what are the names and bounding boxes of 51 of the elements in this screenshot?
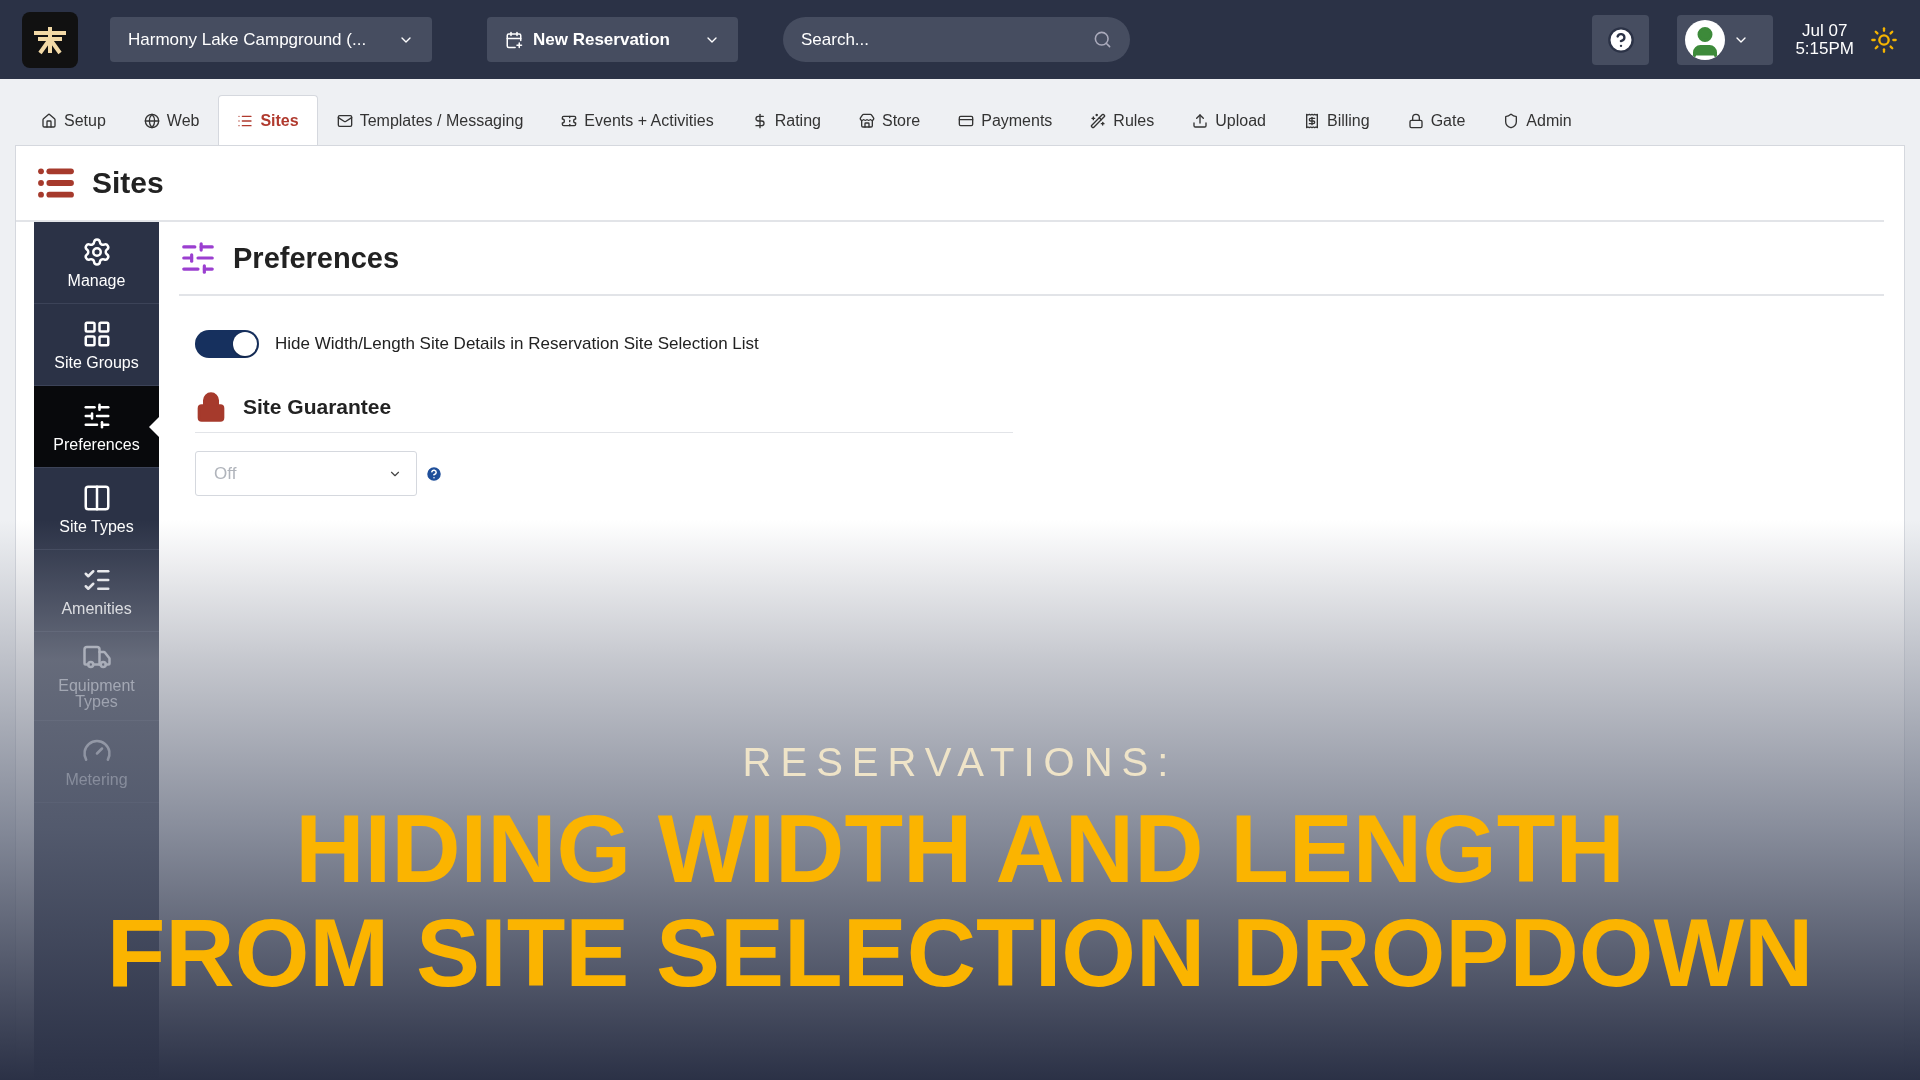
wand-icon [1090, 112, 1107, 129]
sidebar-item[interactable]: Amenities [34, 550, 159, 632]
nav-tab[interactable]: Sites [218, 95, 318, 145]
nav-tab[interactable]: Upload [1173, 95, 1285, 145]
overlay-headline: HIDING WIDTH AND LENGTH [294, 797, 1626, 901]
time-text: 5:15PM [1795, 39, 1854, 58]
lock-icon [195, 391, 227, 423]
globe-icon [143, 112, 160, 129]
nav-tab[interactable]: Rating [732, 95, 840, 145]
help-icon[interactable] [425, 464, 443, 483]
help-icon [1606, 25, 1635, 54]
sidebar-item[interactable]: Preferences [34, 386, 159, 468]
nav-tab[interactable]: Events + Activities [542, 95, 733, 145]
search-icon [1093, 30, 1112, 49]
house-icon [41, 112, 57, 129]
nav-tab[interactable]: Billing [1284, 95, 1389, 145]
sidebar-item[interactable]: Site Types [34, 468, 159, 550]
new-reservation-button[interactable]: New Reservation [487, 17, 738, 62]
search-field[interactable]: Search... [783, 17, 1130, 62]
nav-tab[interactable]: Rules [1071, 95, 1174, 145]
nav-tab[interactable]: Templates / Messaging [317, 95, 543, 145]
date-text: Jul 07 [1802, 21, 1848, 40]
sidebar-item[interactable]: Manage [34, 222, 159, 304]
overlay-kicker: RESERVATIONS: [742, 740, 1178, 785]
lock-icon [1407, 112, 1424, 129]
receipt-icon [1303, 112, 1320, 129]
upload-icon [1192, 112, 1209, 129]
overlay-headline: FROM SITE SELECTION DROPDOWN [106, 901, 1814, 1005]
help-button[interactable] [1592, 14, 1650, 65]
avatar-icon [1685, 19, 1726, 60]
nav-tab[interactable]: Store [839, 95, 940, 145]
calendar-icon [505, 30, 523, 49]
nav-tab[interactable]: Gate [1388, 95, 1485, 145]
shield-icon [1503, 112, 1520, 129]
nav-tab[interactable]: Payments [939, 95, 1072, 145]
sliders-icon [179, 239, 217, 277]
gears-icon [81, 236, 112, 267]
sun-icon[interactable] [1870, 25, 1898, 54]
nav-tab[interactable]: Web [124, 95, 219, 145]
panel-title: Preferences [233, 241, 400, 275]
nav-tab[interactable]: Setup [22, 95, 125, 145]
envelope-icon [336, 112, 353, 129]
store-icon [858, 112, 875, 129]
nav-tab[interactable]: Admin [1484, 95, 1591, 145]
account-button[interactable] [1677, 14, 1774, 65]
campground-select[interactable]: Harmony Lake Campground (... [110, 17, 432, 62]
page-title: Sites [92, 166, 164, 200]
toggle-switch[interactable] [195, 330, 259, 358]
app-logo[interactable] [22, 11, 78, 68]
section-title: Site Guarantee [243, 395, 392, 419]
toggle-label: Hide Width/Length Site Details in Reservation Site Selection List [275, 334, 759, 354]
